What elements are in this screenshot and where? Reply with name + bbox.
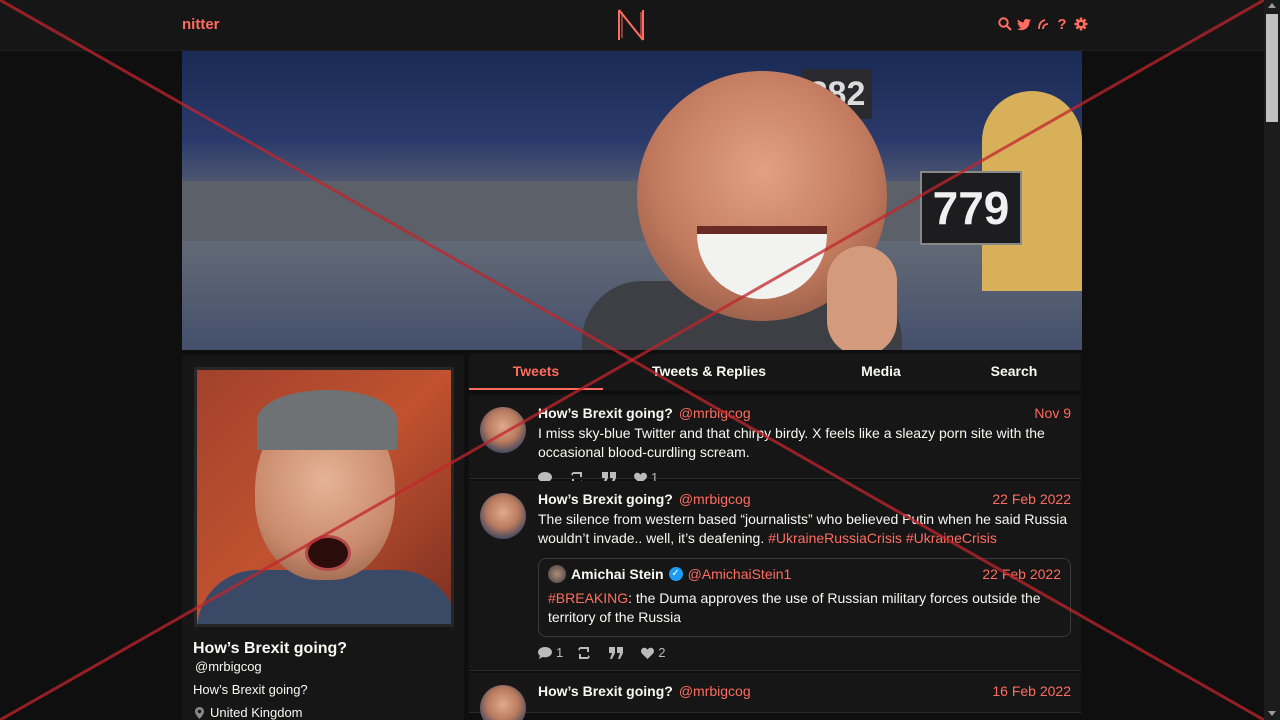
tweet-header: How’s Brexit going? @mrbigcog 22 Feb 202… (538, 491, 1071, 507)
banner-placard: 779 (920, 171, 1022, 245)
comment-count: 1 (556, 645, 564, 660)
search-icon[interactable] (998, 16, 1012, 32)
hashtag-link[interactable]: #BREAKING (548, 590, 628, 606)
profile-card: How’s Brexit going? @mrbigcog How’s Brex… (182, 355, 464, 720)
heart-icon (641, 647, 655, 659)
tab-tweets-replies[interactable]: Tweets & Replies (603, 354, 815, 390)
tweet-text: I miss sky-blue Twitter and that chirpy … (538, 425, 1045, 460)
banner-thumb (827, 246, 897, 350)
rss-icon[interactable] (1036, 16, 1050, 32)
like-stat[interactable]: 2 (641, 645, 665, 660)
tab-media[interactable]: Media (815, 354, 947, 390)
quote-text: #BREAKING: the Duma approves the use of … (548, 589, 1061, 627)
profile-bio: How’s Brexit going? (193, 682, 308, 697)
profile-banner[interactable]: 882 779 (182, 51, 1082, 350)
retweet-icon (578, 646, 591, 659)
tweet-text: The silence from western based “journali… (538, 510, 1071, 548)
scroll-up-arrow-icon[interactable] (1268, 3, 1276, 8)
timeline: How’s Brexit going? @mrbigcog Nov 9 I mi… (469, 395, 1081, 720)
avatar-hair (257, 390, 397, 450)
like-count: 2 (658, 645, 666, 660)
tweet-date[interactable]: Nov 9 (1034, 405, 1071, 421)
quote-stat[interactable] (609, 646, 627, 659)
page-scrollbar[interactable] (1264, 0, 1280, 720)
scroll-thumb[interactable] (1266, 14, 1278, 122)
scroll-down-arrow-icon[interactable] (1268, 711, 1276, 716)
twitter-bird-icon[interactable] (1017, 16, 1031, 32)
tweet-author-handle[interactable]: @mrbigcog (679, 405, 751, 421)
tweet-author-handle[interactable]: @mrbigcog (679, 491, 751, 507)
tweet-stats: 1 2 (538, 645, 1071, 660)
nitter-logo-icon[interactable] (617, 8, 645, 42)
hashtag-link[interactable]: #UkraineCrisis (906, 530, 997, 546)
verified-badge-icon: ✓ (668, 567, 683, 581)
tweet-avatar[interactable] (480, 685, 526, 720)
location-label: United Kingdom (210, 705, 303, 720)
quoted-tweet[interactable]: Amichai Stein ✓ @AmichaiStein1 22 Feb 20… (538, 558, 1071, 637)
comment-icon (538, 646, 552, 659)
quote-author-name[interactable]: Amichai Stein (571, 566, 664, 582)
retweet-stat[interactable] (577, 646, 595, 659)
profile-tabs: Tweets Tweets & Replies Media Search (469, 354, 1081, 390)
quote-icon (609, 646, 624, 659)
tweet[interactable]: How’s Brexit going? @mrbigcog 16 Feb 202… (469, 673, 1081, 720)
gear-icon[interactable] (1074, 16, 1088, 32)
navbar: nitter ? (0, 0, 1264, 51)
tweet-author-name[interactable]: How’s Brexit going? (538, 405, 673, 421)
profile-name[interactable]: How’s Brexit going? (193, 640, 347, 658)
avatar-mouth (305, 535, 351, 571)
tweet[interactable]: How’s Brexit going? @mrbigcog Nov 9 I mi… (469, 395, 1081, 485)
profile-handle[interactable]: @mrbigcog (195, 659, 262, 674)
tab-tweets[interactable]: Tweets (469, 354, 603, 390)
profile-location: United Kingdom (195, 705, 303, 720)
hashtag-link[interactable]: #UkraineRussiaCrisis (768, 530, 902, 546)
quote-date[interactable]: 22 Feb 2022 (982, 566, 1061, 582)
tab-search[interactable]: Search (947, 354, 1081, 390)
tweet-date[interactable]: 16 Feb 2022 (992, 683, 1071, 699)
tweet-author-name[interactable]: How’s Brexit going? (538, 491, 673, 507)
profile-avatar[interactable] (194, 367, 454, 627)
tweet-date[interactable]: 22 Feb 2022 (992, 491, 1071, 507)
tweet-avatar[interactable] (480, 407, 526, 453)
brand-link[interactable]: nitter (182, 16, 220, 33)
location-pin-icon (195, 706, 204, 719)
quote-author-handle[interactable]: @AmichaiStein1 (688, 566, 792, 582)
help-icon[interactable]: ? (1055, 16, 1069, 33)
comment-stat[interactable]: 1 (538, 645, 563, 660)
tweet-author-name[interactable]: How’s Brexit going? (538, 683, 673, 699)
quote-avatar[interactable] (548, 565, 566, 583)
quote-header: Amichai Stein ✓ @AmichaiStein1 22 Feb 20… (548, 565, 1061, 583)
tweet-author-handle[interactable]: @mrbigcog (679, 683, 751, 699)
tweet-header: How’s Brexit going? @mrbigcog 16 Feb 202… (538, 683, 1071, 699)
tweet-header: How’s Brexit going? @mrbigcog Nov 9 (538, 405, 1071, 421)
tweet-avatar[interactable] (480, 493, 526, 539)
tweet[interactable]: How’s Brexit going? @mrbigcog 22 Feb 202… (469, 481, 1081, 671)
